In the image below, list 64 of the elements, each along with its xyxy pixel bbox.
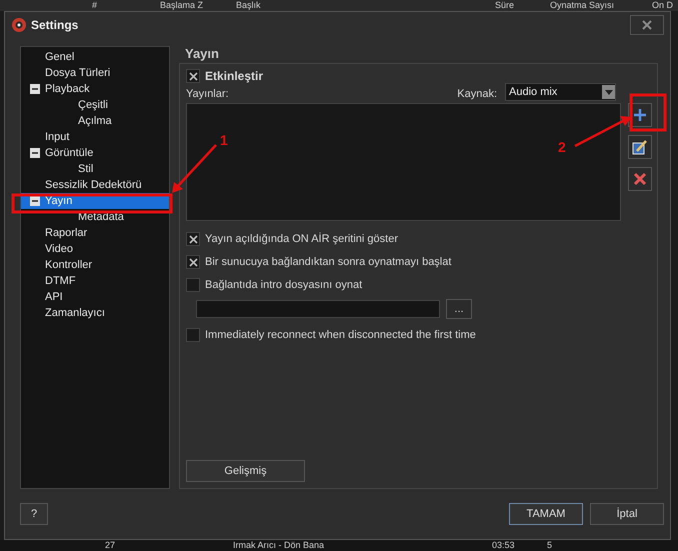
tree-item[interactable]: Playback [21,81,169,97]
edit-button[interactable] [628,135,652,159]
checkbox[interactable] [186,69,200,83]
column-header: Başlık [236,0,261,11]
caret-icon [604,90,612,94]
tree-item[interactable]: Input [21,129,169,145]
collapse-toggle[interactable] [30,148,40,158]
tree-item[interactable]: Genel [21,49,169,65]
checkbox-label: Etkinleştir [205,69,264,83]
checkbox-label: Immediately reconnect when disconnected the first time [205,329,476,341]
browse-button[interactable]: ... [446,299,472,319]
list-cell: Irmak Arıcı - Dön Bana [233,540,324,551]
checkbox[interactable] [186,255,200,269]
tree-item[interactable]: API [21,289,169,305]
cross-icon [633,172,647,186]
plus-icon [634,109,646,121]
tree-item[interactable]: Dosya Türleri [21,65,169,81]
tree-item[interactable]: Kontroller [21,257,169,273]
tree-item[interactable]: Sessizlik Dedektörü [21,177,169,193]
tree-item[interactable]: Metadata [21,209,169,225]
checkbox-label: Bir sunucuya bağlandıktan sonra oynatmayı başlat [205,256,452,268]
highlight-frame [630,94,666,132]
pencil-edit-icon [632,139,648,155]
tree-item[interactable]: Görüntüle [21,145,169,161]
advanced-button[interactable]: Gelişmiş [186,460,305,482]
checkbox-label: Bağlantıda intro dosyasını oynat [205,279,362,291]
column-header: Süre [495,0,514,11]
column-header: Oynatma Sayısı [550,0,614,11]
arrow [574,116,632,148]
collapse-toggle[interactable] [30,84,40,94]
help-button[interactable]: ? [20,503,48,525]
callout-number: 2 [558,139,566,155]
tree-item[interactable]: DTMF [21,273,169,289]
tree-item[interactable]: Video [21,241,169,257]
checkbox[interactable] [186,328,200,342]
column-header: On D [652,0,674,11]
tree-item[interactable]: Stil [21,161,169,177]
close-button[interactable] [630,15,664,35]
app-logo-icon [11,17,27,33]
ok-button[interactable]: TAMAM [509,503,583,525]
cancel-button[interactable]: İptal [590,503,664,525]
arrow [172,144,217,193]
checkbox[interactable] [186,232,200,246]
window-title: Settings [31,18,78,32]
column-header: Başlama Z [160,0,204,11]
list-label: Yayınlar: [186,88,229,101]
list-cell: 27 [105,540,116,551]
tree-item[interactable]: Raporlar [21,225,169,241]
tree-item[interactable]: Açılma [21,113,169,129]
checkbox[interactable] [186,278,200,292]
callout-number: 1 [220,132,228,148]
tree-item[interactable]: Çeşitli [21,97,169,113]
file-path-field[interactable] [196,300,440,318]
tree-item[interactable]: Zamanlayıcı [21,305,169,321]
source-label: Kaynak: [457,88,497,101]
delete-button[interactable] [628,167,652,191]
column-header: # [92,0,98,11]
close-icon [642,20,652,30]
list-cell: 03:53 [492,540,515,551]
page-title: Yayın [184,46,220,63]
source-dropdown[interactable]: Audio mix [505,83,616,101]
checkbox-label: Yayın açıldığında ON AİR şeritini göster [205,233,398,245]
list-cell: 5 [547,540,552,551]
collapse-toggle[interactable] [30,196,40,206]
